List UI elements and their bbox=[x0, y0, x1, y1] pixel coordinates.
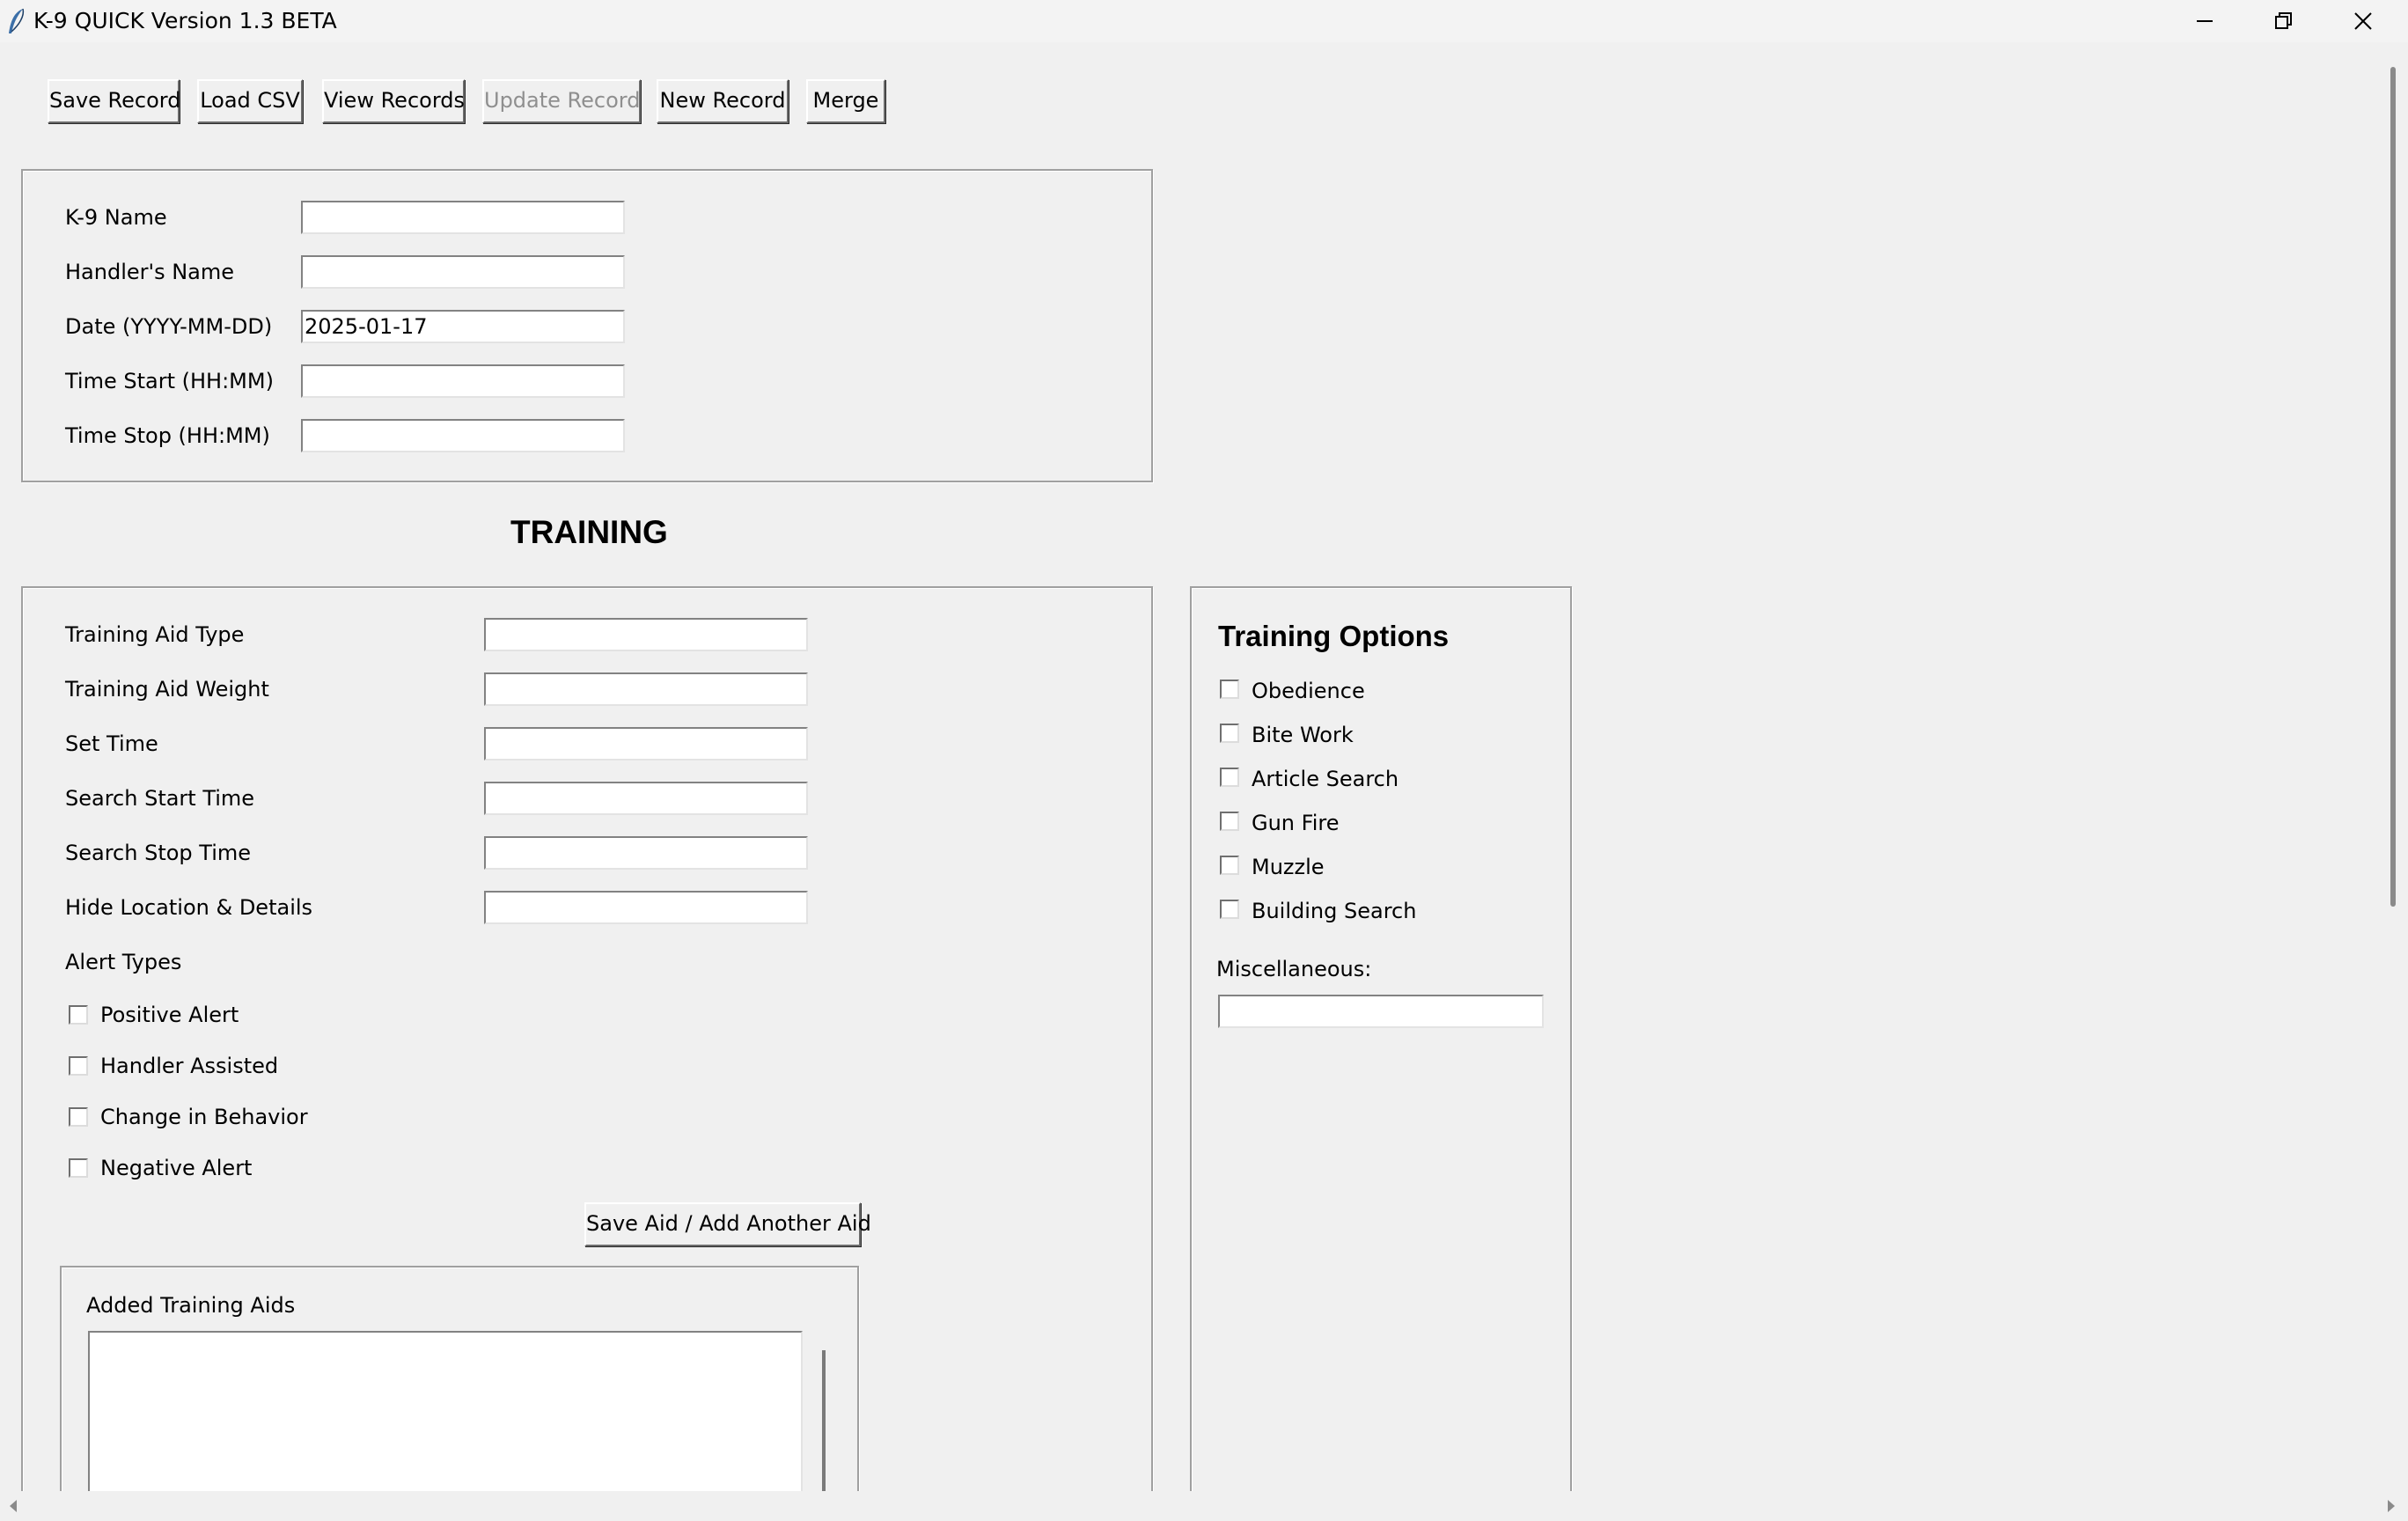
time-start-field[interactable] bbox=[301, 364, 625, 398]
positive-alert-label[interactable]: Positive Alert bbox=[100, 1002, 239, 1028]
search-start-time-label: Search Start Time bbox=[65, 786, 255, 811]
added-aids-scrollbar[interactable] bbox=[822, 1350, 826, 1491]
training-aid-type-field[interactable] bbox=[484, 618, 808, 651]
title-bar bbox=[0, 0, 2408, 42]
update-record-button[interactable]: Update Record bbox=[482, 79, 641, 123]
training-options-heading: Training Options bbox=[1218, 620, 1450, 652]
obedience-checkbox[interactable] bbox=[1220, 680, 1239, 699]
muzzle-label[interactable]: Muzzle bbox=[1252, 854, 1325, 880]
building-search-label[interactable]: Building Search bbox=[1252, 898, 1416, 924]
minimize-icon bbox=[2197, 20, 2213, 22]
change-in-behavior-label[interactable]: Change in Behavior bbox=[100, 1104, 308, 1130]
scroll-right-icon[interactable] bbox=[2385, 1499, 2397, 1513]
restore-button[interactable] bbox=[2244, 0, 2324, 42]
time-start-label: Time Start (HH:MM) bbox=[65, 369, 274, 393]
window-title: K-9 QUICK Version 1.3 BETA bbox=[33, 8, 337, 33]
set-time-field[interactable] bbox=[484, 727, 808, 760]
handler-name-label: Handler's Name bbox=[65, 260, 235, 284]
miscellaneous-label: Miscellaneous: bbox=[1216, 957, 1372, 981]
hide-location-label: Hide Location & Details bbox=[65, 895, 313, 920]
miscellaneous-field[interactable] bbox=[1218, 995, 1544, 1028]
search-stop-time-field[interactable] bbox=[484, 836, 808, 870]
alert-types-label: Alert Types bbox=[65, 950, 182, 974]
load-csv-button[interactable]: Load CSV bbox=[197, 79, 303, 123]
restore-icon bbox=[2275, 12, 2292, 29]
date-label: Date (YYYY-MM-DD) bbox=[65, 314, 273, 339]
feather-icon bbox=[5, 7, 28, 35]
training-aid-weight-field[interactable] bbox=[484, 672, 808, 706]
handler-assisted-checkbox[interactable] bbox=[69, 1056, 88, 1076]
bite-work-label[interactable]: Bite Work bbox=[1252, 722, 1354, 748]
close-button[interactable] bbox=[2324, 0, 2403, 42]
added-training-aids-label: Added Training Aids bbox=[86, 1293, 296, 1318]
time-stop-label: Time Stop (HH:MM) bbox=[65, 423, 270, 448]
training-aid-type-label: Training Aid Type bbox=[65, 622, 245, 647]
hide-location-field[interactable] bbox=[484, 891, 808, 924]
close-icon bbox=[2354, 12, 2372, 30]
gun-fire-checkbox[interactable] bbox=[1220, 812, 1239, 831]
handler-name-field[interactable] bbox=[301, 255, 625, 289]
search-stop-time-label: Search Stop Time bbox=[65, 841, 252, 865]
negative-alert-checkbox[interactable] bbox=[69, 1158, 88, 1178]
search-start-time-field[interactable] bbox=[484, 782, 808, 815]
negative-alert-label[interactable]: Negative Alert bbox=[100, 1155, 252, 1181]
horizontal-scrollbar[interactable] bbox=[0, 1491, 2408, 1521]
added-training-aids-list[interactable] bbox=[88, 1331, 803, 1507]
vertical-scrollbar-thumb[interactable] bbox=[2390, 67, 2396, 907]
scroll-left-icon[interactable] bbox=[7, 1499, 19, 1513]
training-options-frame bbox=[1190, 586, 1572, 1502]
date-field[interactable]: 2025-01-17 bbox=[301, 310, 625, 343]
k9-name-field[interactable] bbox=[301, 201, 625, 234]
article-search-checkbox[interactable] bbox=[1220, 768, 1239, 787]
positive-alert-checkbox[interactable] bbox=[69, 1005, 88, 1025]
training-heading: TRAINING bbox=[510, 514, 668, 550]
k9-name-label: K-9 Name bbox=[65, 205, 167, 230]
building-search-checkbox[interactable] bbox=[1220, 900, 1239, 919]
new-record-button[interactable]: New Record bbox=[657, 79, 789, 123]
minimize-button[interactable] bbox=[2165, 0, 2244, 42]
view-records-button[interactable]: View Records bbox=[322, 79, 465, 123]
article-search-label[interactable]: Article Search bbox=[1252, 766, 1399, 792]
bite-work-checkbox[interactable] bbox=[1220, 724, 1239, 743]
merge-button[interactable]: Merge bbox=[806, 79, 885, 123]
muzzle-checkbox[interactable] bbox=[1220, 856, 1239, 875]
time-stop-field[interactable] bbox=[301, 419, 625, 452]
training-aid-weight-label: Training Aid Weight bbox=[65, 677, 269, 702]
handler-assisted-label[interactable]: Handler Assisted bbox=[100, 1053, 278, 1079]
save-aid-button[interactable]: Save Aid / Add Another Aid bbox=[584, 1202, 871, 1246]
set-time-label: Set Time bbox=[65, 731, 158, 756]
change-in-behavior-checkbox[interactable] bbox=[69, 1107, 88, 1127]
save-record-button[interactable]: Save Record bbox=[48, 79, 180, 123]
gun-fire-label[interactable]: Gun Fire bbox=[1252, 810, 1339, 836]
obedience-label[interactable]: Obedience bbox=[1252, 678, 1365, 704]
